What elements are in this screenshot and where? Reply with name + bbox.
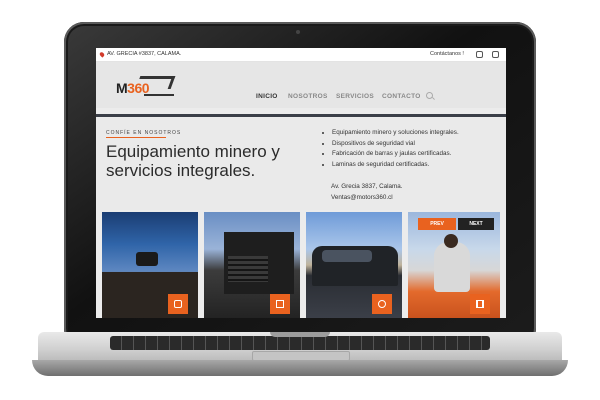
clock-icon — [378, 300, 386, 308]
lid-notch — [270, 332, 330, 337]
nav-contacto[interactable]: CONTACTO — [382, 93, 421, 100]
services-list: Equipamiento minero y soluciones integra… — [324, 128, 459, 170]
list-item: Equipamiento minero y soluciones integra… — [332, 128, 459, 139]
dashboard-camera-shape — [136, 252, 158, 266]
suv-window — [322, 250, 372, 262]
hero-contact-info: Av. Grecia 3837, Calama. Ventas@motors36… — [331, 181, 403, 203]
tile-badge[interactable] — [270, 294, 290, 314]
instagram-icon[interactable] — [476, 51, 483, 58]
slider-prev-button[interactable]: PREV — [418, 218, 456, 230]
list-item: Fabricación de barras y jaulas certifica… — [332, 149, 459, 160]
hero-address: Av. Grecia 3837, Calama. — [331, 183, 403, 190]
location-pin-icon — [98, 50, 106, 58]
tile-badge[interactable] — [372, 294, 392, 314]
nav-servicios[interactable]: SERVICIOS — [336, 93, 374, 100]
tile-badge[interactable] — [168, 294, 188, 314]
site-logo[interactable]: M360 — [116, 76, 176, 98]
linkedin-icon[interactable] — [492, 51, 499, 58]
frame-icon — [276, 300, 284, 308]
hero-email[interactable]: Ventas@motors360.cl — [331, 192, 403, 203]
list-item: Laminas de seguridad certificadas. — [332, 160, 459, 171]
laptop-screen: AV. GRECIA #3837, CALAMA. Contáctanos ! … — [96, 48, 506, 318]
columns-icon — [476, 300, 484, 308]
site-header: M360 INICIO NOSOTROS SERVICIOS CONTACTO — [96, 62, 506, 108]
search-icon[interactable] — [426, 92, 433, 99]
gallery-tile-worker[interactable]: PREV NEXT — [408, 212, 500, 318]
gallery-tile-truck[interactable] — [204, 212, 300, 318]
worker-shape — [434, 242, 470, 292]
logo-underline — [144, 94, 174, 96]
camera-icon — [174, 300, 182, 308]
hero-eyebrow: CONFÍE EN NOSOTROS — [106, 130, 182, 136]
nav-inicio[interactable]: INICIO — [256, 93, 278, 100]
laptop-base — [32, 332, 568, 378]
address-text: AV. GRECIA #3837, CALAMA. — [107, 51, 182, 57]
webcam — [296, 30, 300, 34]
hero-section: CONFÍE EN NOSOTROS Equipamiento minero y… — [96, 118, 506, 210]
gallery-tile-suv[interactable] — [306, 212, 402, 318]
gallery-tile-dashboard[interactable] — [102, 212, 198, 318]
logo-letter: M — [116, 80, 128, 96]
slider-next-button[interactable]: NEXT — [458, 218, 494, 230]
keyboard — [110, 336, 490, 350]
top-info-bar: AV. GRECIA #3837, CALAMA. Contáctanos ! — [96, 48, 506, 62]
contact-link[interactable]: Contáctanos ! — [430, 51, 464, 57]
accent-line — [106, 137, 166, 138]
topbar-address: AV. GRECIA #3837, CALAMA. — [98, 50, 182, 58]
photo-gallery: PREV NEXT — [96, 212, 506, 318]
truck-grille — [228, 256, 268, 282]
tile-badge[interactable] — [470, 294, 490, 314]
hero-headline: Equipamiento minero y servicios integral… — [106, 142, 280, 180]
header-divider — [96, 114, 506, 117]
nav-nosotros[interactable]: NOSOTROS — [288, 93, 328, 100]
laptop-bottom-edge — [32, 360, 568, 376]
worker-head — [444, 234, 458, 248]
list-item: Dispositivos de seguridad vial — [332, 139, 459, 150]
